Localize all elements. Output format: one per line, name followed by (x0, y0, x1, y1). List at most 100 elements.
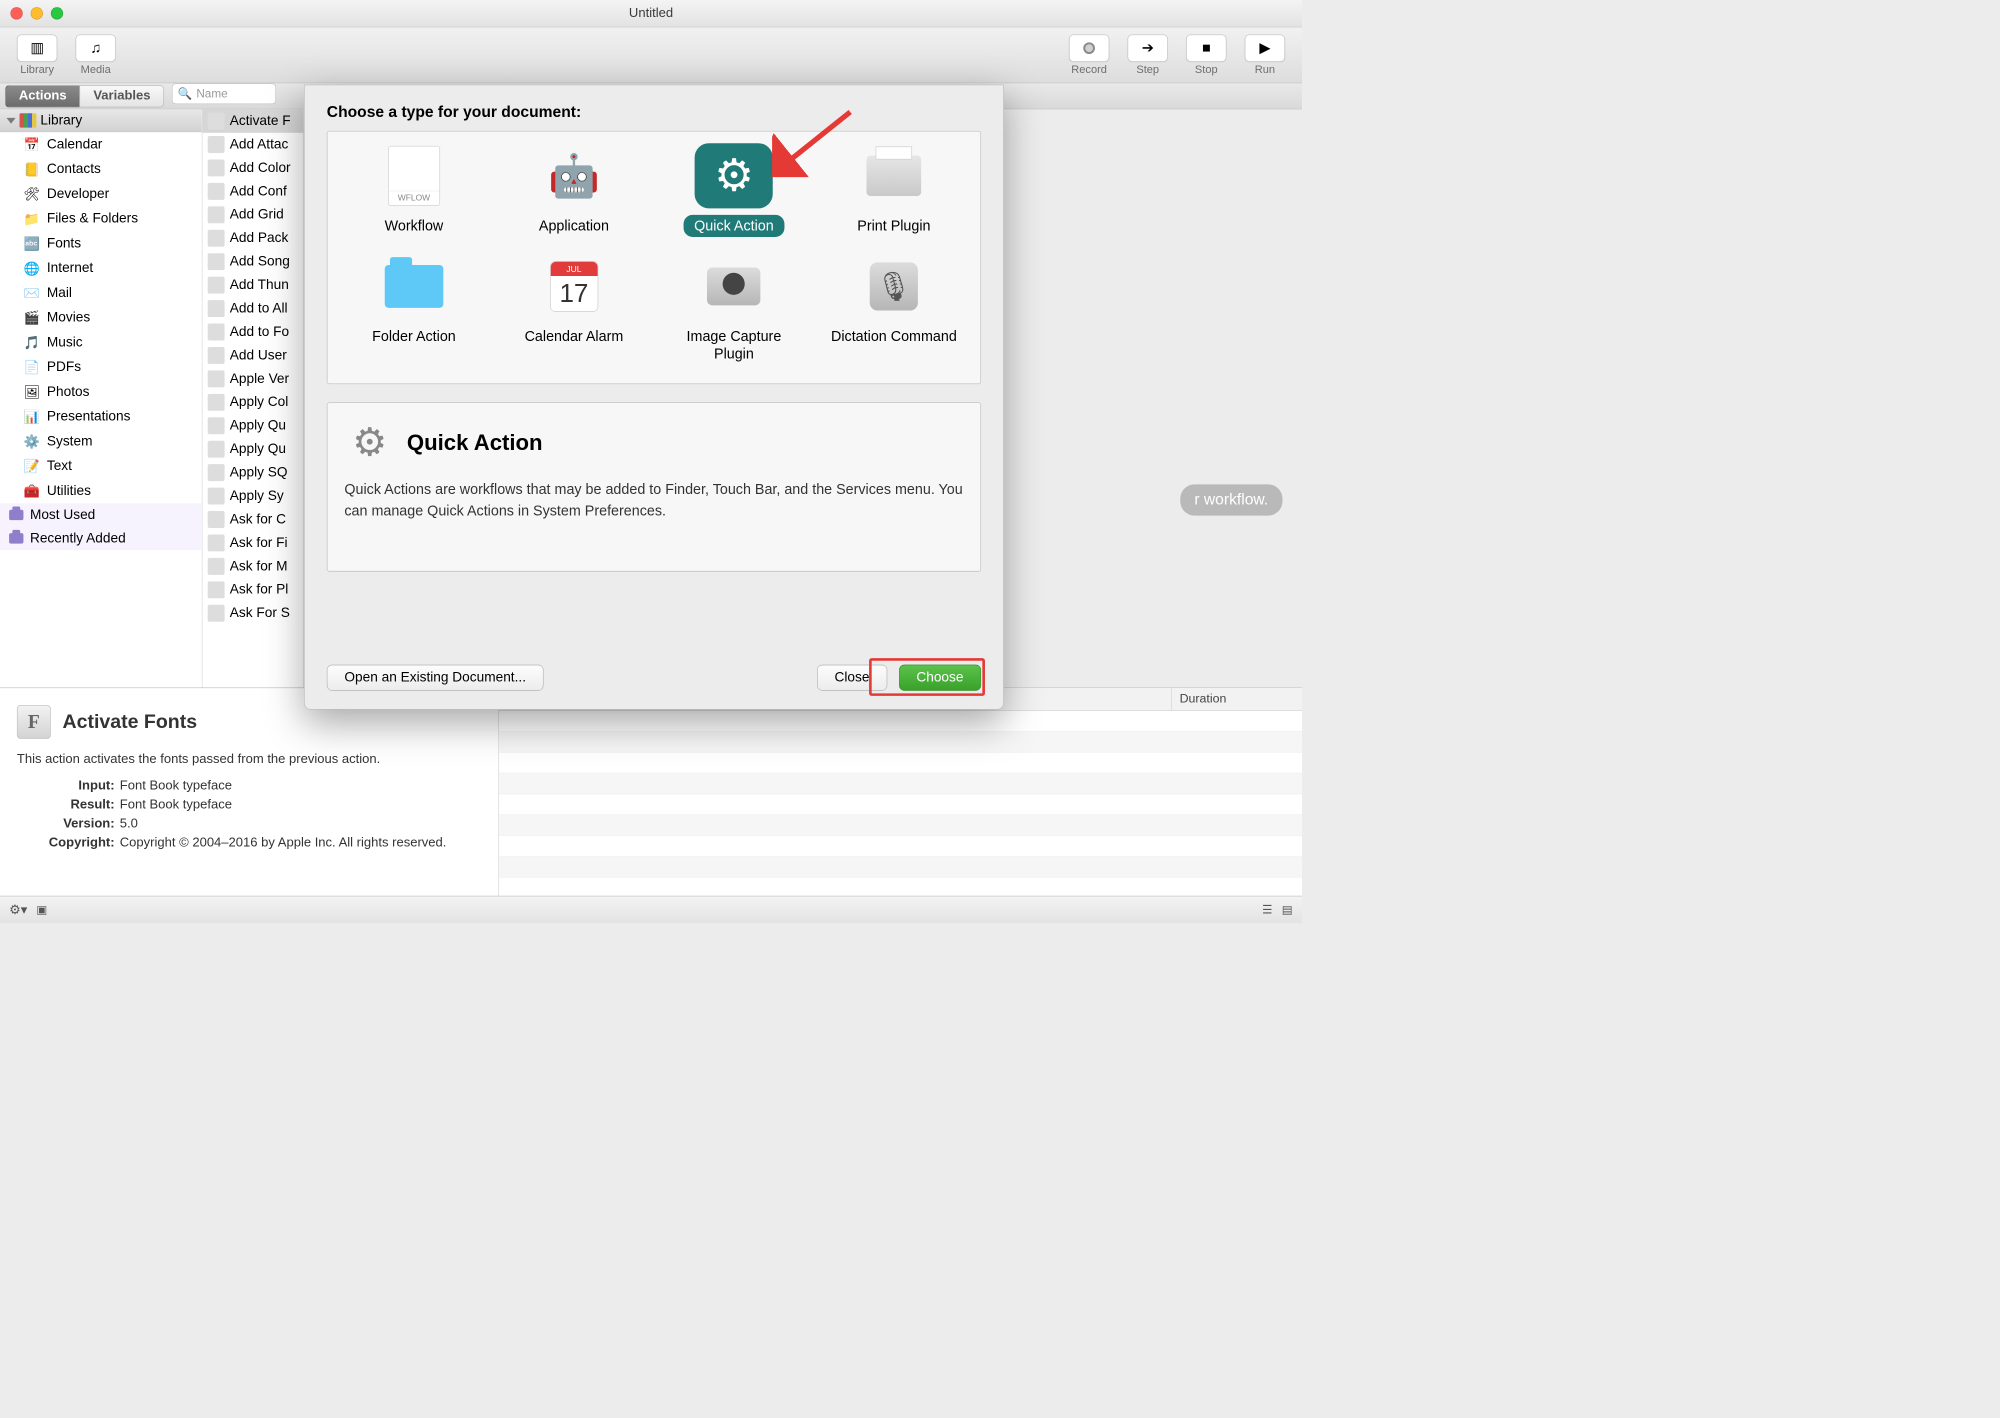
printer-icon (867, 156, 922, 196)
action-item[interactable]: Apply SQ (202, 461, 303, 484)
close-window[interactable] (10, 7, 22, 19)
minimize-window[interactable] (31, 7, 43, 19)
category-icon: 🎬 (23, 309, 40, 326)
close-button[interactable]: Close (817, 665, 887, 691)
category-icon: 🌐 (23, 260, 40, 277)
zoom-window[interactable] (51, 7, 63, 19)
action-item[interactable]: Add Conf (202, 180, 303, 203)
log-row (499, 815, 1302, 836)
tab-actions[interactable]: Actions (5, 85, 79, 107)
type-quick-action[interactable]: ⚙ Quick Action (659, 143, 809, 237)
document-type-sheet: Choose a type for your document: Workflo… (304, 85, 1004, 710)
category-icon: 📝 (23, 458, 40, 475)
action-icon (208, 347, 225, 364)
action-item[interactable]: Add Thun (202, 273, 303, 296)
log-header-duration[interactable]: Duration (1172, 688, 1302, 710)
library-item[interactable]: 📝Text (0, 454, 202, 479)
type-folder-action[interactable]: Folder Action (339, 254, 489, 365)
most-used-group[interactable]: Most Used (0, 503, 202, 526)
titlebar: Untitled (0, 0, 1302, 27)
action-item[interactable]: Apple Ver (202, 367, 303, 390)
selected-type-desc: Quick Actions are workflows that may be … (344, 479, 963, 522)
toolbar: ▥ Library ♫ Media Record ➔ Step ■ Stop (0, 27, 1302, 83)
library-item[interactable]: ✉️Mail (0, 281, 202, 306)
action-icon (208, 113, 225, 130)
view-mode-list[interactable]: ☰ (1262, 903, 1273, 917)
category-icon: 📁 (23, 210, 40, 227)
action-item[interactable]: Add Song (202, 250, 303, 273)
choose-button[interactable]: Choose (899, 665, 981, 691)
record-button[interactable]: Record (1062, 34, 1115, 76)
run-button[interactable]: ▶ Run (1238, 34, 1291, 76)
action-item[interactable]: Ask for M (202, 555, 303, 578)
log-row (499, 857, 1302, 878)
action-item[interactable]: Activate F (202, 109, 303, 132)
smart-folder-icon (9, 533, 23, 543)
drop-hint: r workflow. (1180, 484, 1282, 515)
recently-added-group[interactable]: Recently Added (0, 527, 202, 550)
action-icon (208, 253, 225, 270)
library-item[interactable]: 🌐Internet (0, 256, 202, 281)
library-item[interactable]: 📅Calendar (0, 132, 202, 157)
log-row (499, 753, 1302, 774)
action-item[interactable]: Apply Col (202, 391, 303, 414)
action-item[interactable]: Add to All (202, 297, 303, 320)
type-calendar-alarm[interactable]: JUL17 Calendar Alarm (499, 254, 649, 365)
library-item[interactable]: 🖼Photos (0, 380, 202, 405)
outline-toggle[interactable]: ▣ (36, 903, 47, 917)
action-item[interactable]: Apply Qu (202, 437, 303, 460)
library-item[interactable]: ⚙️System (0, 429, 202, 454)
action-item[interactable]: Add to Fo (202, 320, 303, 343)
action-item[interactable]: Apply Sy (202, 484, 303, 507)
action-icon (208, 159, 225, 176)
log-row (499, 773, 1302, 794)
library-root[interactable]: Library (0, 109, 202, 132)
action-item[interactable]: Add User (202, 344, 303, 367)
type-workflow[interactable]: Workflow (339, 143, 489, 237)
smart-folder-icon (9, 510, 23, 520)
action-item[interactable]: Add Grid (202, 203, 303, 226)
library-item[interactable]: 📊Presentations (0, 404, 202, 429)
action-icon (208, 488, 225, 505)
category-icon: 📊 (23, 408, 40, 425)
search-field[interactable]: 🔍 Name (172, 83, 276, 104)
library-item[interactable]: 🎬Movies (0, 305, 202, 330)
library-item[interactable]: 📁Files & Folders (0, 206, 202, 231)
tab-variables[interactable]: Variables (80, 85, 165, 107)
view-mode-grid[interactable]: ▤ (1282, 903, 1293, 917)
library-icon (20, 113, 37, 127)
type-application[interactable]: 🤖 Application (499, 143, 649, 237)
library-item[interactable]: 📄PDFs (0, 355, 202, 380)
action-item[interactable]: Ask For S (202, 602, 303, 625)
library-item[interactable]: 🔤Fonts (0, 231, 202, 256)
library-item[interactable]: 🧰Utilities (0, 478, 202, 503)
library-toggle[interactable]: ▥ Library (10, 34, 63, 76)
action-icon (208, 230, 225, 247)
media-button[interactable]: ♫ Media (69, 34, 122, 76)
library-item[interactable]: 📒Contacts (0, 157, 202, 182)
action-item[interactable]: Ask for Pl (202, 578, 303, 601)
library-item[interactable]: 🎵Music (0, 330, 202, 355)
stop-icon: ■ (1186, 34, 1226, 61)
stop-button[interactable]: ■ Stop (1180, 34, 1233, 76)
action-item[interactable]: Apply Qu (202, 414, 303, 437)
action-item[interactable]: Ask for C (202, 508, 303, 531)
search-placeholder: Name (196, 87, 227, 101)
action-item[interactable]: Ask for Fi (202, 531, 303, 554)
category-icon: ⚙️ (23, 433, 40, 450)
gear-menu[interactable]: ⚙︎▾ (9, 902, 27, 918)
step-button[interactable]: ➔ Step (1121, 34, 1174, 76)
calendar-icon: JUL17 (550, 261, 598, 312)
type-dictation-command[interactable]: 🎙 Dictation Command (819, 254, 969, 365)
action-icon (208, 136, 225, 153)
category-icon: 🛠 (23, 186, 40, 203)
type-print-plugin[interactable]: Print Plugin (819, 143, 969, 237)
action-item[interactable]: Add Color (202, 156, 303, 179)
action-item[interactable]: Add Pack (202, 227, 303, 250)
type-image-capture-plugin[interactable]: Image Capture Plugin (659, 254, 809, 365)
robot-icon: 🤖 (548, 151, 600, 200)
library-item[interactable]: 🛠Developer (0, 182, 202, 207)
action-item[interactable]: Add Attac (202, 133, 303, 156)
action-icon (208, 370, 225, 387)
open-existing-button[interactable]: Open an Existing Document... (327, 665, 544, 691)
